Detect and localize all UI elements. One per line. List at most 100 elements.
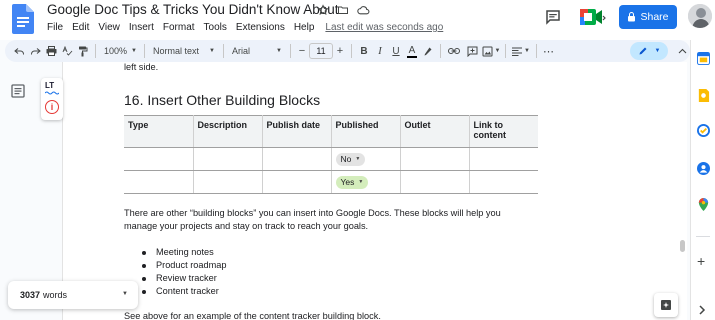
- content-tracker-table[interactable]: Type Description Publish date Published …: [124, 115, 538, 194]
- body-text-line: See above for an example of the content …: [124, 311, 381, 320]
- google-meet-icon[interactable]: [578, 6, 606, 28]
- column-header-publish-date: Publish date: [261, 115, 332, 148]
- underline-button[interactable]: U: [388, 42, 404, 60]
- redo-icon[interactable]: [27, 42, 43, 60]
- document-title[interactable]: Google Doc Tips & Tricks You Didn't Know…: [47, 2, 339, 17]
- table-cell[interactable]: [468, 170, 538, 194]
- increase-font-size-icon[interactable]: +: [333, 42, 347, 60]
- text-color-glyph: A: [408, 44, 416, 56]
- list-item: Meeting notes: [140, 246, 226, 259]
- comment-history-icon[interactable]: [544, 8, 562, 26]
- word-count-label: words: [43, 290, 68, 300]
- list-item: Product roadmap: [140, 259, 226, 272]
- google-docs-logo-icon[interactable]: [12, 4, 34, 34]
- body-paragraph-line: There are other “building blocks” you ca…: [124, 208, 501, 218]
- bold-button[interactable]: B: [356, 42, 372, 60]
- toolbar-divider: [95, 44, 96, 58]
- menu-tools[interactable]: Tools: [204, 22, 227, 33]
- published-dropdown-chip[interactable]: No ▼: [335, 152, 366, 166]
- text-color-swatch: [407, 55, 417, 58]
- avatar[interactable]: [688, 4, 712, 28]
- languagetool-panel[interactable]: LT i: [41, 78, 63, 120]
- table-cell[interactable]: [192, 147, 263, 171]
- menu-extensions[interactable]: Extensions: [236, 22, 285, 33]
- paint-format-icon[interactable]: [75, 42, 91, 60]
- column-header-type: Type: [124, 115, 194, 148]
- share-button[interactable]: Share: [619, 5, 677, 29]
- zoom-value: 100%: [104, 46, 128, 56]
- menu-file[interactable]: File: [47, 22, 63, 33]
- text-color-button[interactable]: A: [404, 42, 420, 60]
- insert-link-icon[interactable]: [445, 42, 463, 60]
- highlight-pen-icon[interactable]: [420, 42, 436, 60]
- published-dropdown-chip[interactable]: Yes ▼: [335, 175, 369, 189]
- column-header-link: Link to content: [468, 115, 538, 148]
- share-label: Share: [640, 11, 669, 23]
- menu-insert[interactable]: Insert: [129, 22, 154, 33]
- menu-format[interactable]: Format: [163, 22, 195, 33]
- spellcheck-icon[interactable]: [59, 42, 75, 60]
- more-options-icon[interactable]: ⋯: [541, 42, 557, 60]
- menu-edit[interactable]: Edit: [72, 22, 89, 33]
- column-header-outlet: Outlet: [399, 115, 470, 148]
- title-bar: Google Doc Tips & Tricks You Didn't Know…: [0, 0, 715, 40]
- editing-mode-button[interactable]: ▼: [630, 42, 668, 60]
- last-edit-link[interactable]: Last edit was seconds ago: [325, 22, 443, 33]
- published-value: No: [340, 154, 352, 164]
- menu-view[interactable]: View: [98, 22, 120, 33]
- decrease-font-size-icon[interactable]: −: [295, 42, 309, 60]
- calendar-icon[interactable]: [697, 52, 710, 65]
- side-panel-divider: [696, 236, 710, 237]
- get-add-ons-icon[interactable]: +: [697, 254, 705, 268]
- maps-icon[interactable]: [697, 198, 710, 211]
- italic-button[interactable]: I: [372, 42, 388, 60]
- align-icon[interactable]: ▼: [510, 42, 532, 60]
- document-outline-icon[interactable]: [11, 84, 25, 98]
- chevron-down-icon: ▼: [209, 48, 215, 54]
- section-heading: 16. Insert Other Building Blocks: [124, 92, 321, 108]
- undo-icon[interactable]: [11, 42, 27, 60]
- cloud-saved-icon[interactable]: [356, 3, 370, 17]
- chevron-right-icon[interactable]: [699, 302, 706, 320]
- table-cell[interactable]: No ▼: [330, 147, 401, 171]
- toolbar-divider: [505, 44, 506, 58]
- chevron-up-icon[interactable]: [675, 42, 689, 60]
- chevron-down-icon[interactable]: ▼: [122, 291, 128, 297]
- keep-icon[interactable]: [697, 89, 710, 102]
- chevron-down-icon: ▼: [355, 156, 361, 162]
- menu-help[interactable]: Help: [294, 22, 315, 33]
- insert-image-icon[interactable]: ▼: [481, 42, 501, 60]
- word-count-widget[interactable]: 3037 words ▼: [8, 281, 138, 309]
- add-comment-icon[interactable]: [463, 42, 481, 60]
- table-cell[interactable]: [192, 170, 263, 194]
- table-cell[interactable]: [399, 147, 470, 171]
- languagetool-logo: LT: [45, 81, 55, 90]
- chevron-down-icon: ▼: [276, 48, 282, 54]
- table-cell[interactable]: [261, 147, 332, 171]
- tasks-icon[interactable]: [697, 124, 710, 137]
- scrollbar-thumb[interactable]: [680, 240, 685, 252]
- font-size-input[interactable]: 11: [309, 43, 333, 59]
- table-cell[interactable]: [124, 170, 194, 194]
- table-cell[interactable]: [124, 147, 194, 171]
- zoom-select[interactable]: 100% ▼: [100, 42, 140, 60]
- alert-icon[interactable]: i: [45, 100, 59, 114]
- toolbar-divider: [144, 44, 145, 58]
- print-icon[interactable]: [43, 42, 59, 60]
- move-folder-icon[interactable]: [336, 3, 350, 17]
- table-row: No ▼: [124, 147, 538, 171]
- star-icon[interactable]: [316, 3, 330, 17]
- chevron-down-icon: ▼: [131, 48, 137, 54]
- paragraph-style-select[interactable]: Normal text ▼: [149, 42, 219, 60]
- formatting-toolbar: 100% ▼ Normal text ▼ Arial ▼ − 11 + B I …: [5, 40, 690, 62]
- explore-button[interactable]: [654, 293, 678, 317]
- font-family-select[interactable]: Arial ▼: [228, 42, 286, 60]
- contacts-icon[interactable]: [697, 162, 710, 175]
- table-cell[interactable]: [399, 170, 470, 194]
- menu-bar: File Edit View Insert Format Tools Exten…: [47, 22, 452, 33]
- table-cell[interactable]: Yes ▼: [330, 170, 401, 194]
- side-panel: +: [690, 40, 715, 320]
- table-cell[interactable]: [261, 170, 332, 194]
- chevron-down-icon: ▼: [524, 48, 530, 54]
- table-cell[interactable]: [468, 147, 538, 171]
